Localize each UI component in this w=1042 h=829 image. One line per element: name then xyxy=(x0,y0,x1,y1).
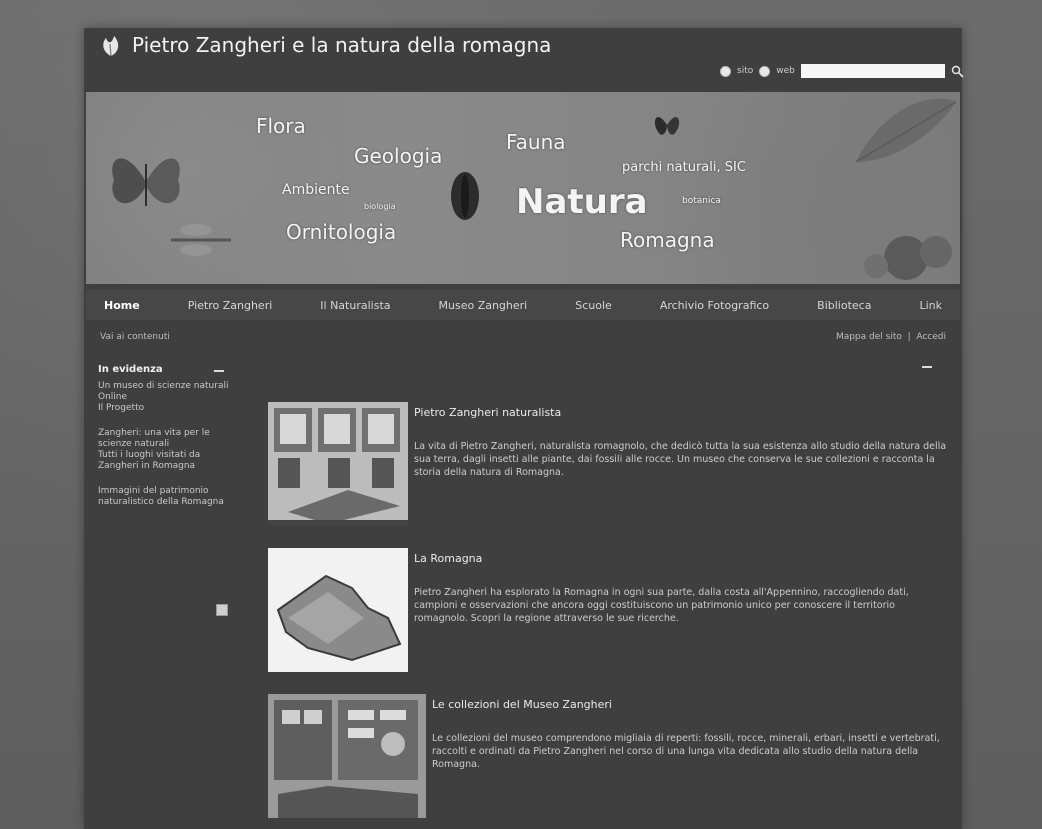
sidebar-group-2: Zangheri: una vita per le scienze natura… xyxy=(98,428,238,472)
museum-display-image xyxy=(268,402,408,526)
subbar-right: Mappa del sito | Accedi xyxy=(835,332,946,342)
banner-word-geologia: Geologia xyxy=(354,144,443,168)
article-body: Pietro Zangheri ha esplorato la Romagna … xyxy=(414,587,909,624)
banner-word-flora: Flora xyxy=(256,114,306,138)
article-item: Le collezioni del Museo Zangheri Le coll… xyxy=(268,694,948,818)
sidebar-link[interactable]: Zangheri: una vita per le scienze natura… xyxy=(98,428,238,450)
banner-word-ornitologia: Ornitologia xyxy=(286,220,397,244)
nav-biblioteca[interactable]: Biblioteca xyxy=(817,299,871,312)
nav-pietro-zangheri[interactable]: Pietro Zangheri xyxy=(188,299,273,312)
article-title[interactable]: La Romagna xyxy=(414,552,482,565)
search-icon[interactable] xyxy=(951,65,964,78)
main-collapse-icon[interactable] xyxy=(922,366,932,368)
romagna-map-image xyxy=(268,548,408,672)
nav-archivio-fotografico[interactable]: Archivio Fotografico xyxy=(660,299,769,312)
site-header[interactable]: Pietro Zangheri e la natura della romagn… xyxy=(98,32,551,58)
login-link[interactable]: Accedi xyxy=(916,332,946,342)
sidebar-link[interactable]: Il Progetto xyxy=(98,403,238,414)
search-option-1-label: sito xyxy=(737,66,754,76)
nav-museo-zangheri[interactable]: Museo Zangheri xyxy=(439,299,528,312)
search-input[interactable] xyxy=(800,64,945,78)
main-nav: Home Pietro Zangheri Il Naturalista Muse… xyxy=(86,290,960,320)
site-title: Pietro Zangheri e la natura della romagn… xyxy=(132,33,552,57)
article-item: Pietro Zangheri naturalista La vita di P… xyxy=(268,402,948,526)
sidebar-link[interactable]: Immagini del patrimonio naturalistico de… xyxy=(98,486,238,508)
article-thumbnail[interactable] xyxy=(268,548,408,672)
collections-display-image xyxy=(268,694,426,818)
article-title[interactable]: Le collezioni del Museo Zangheri xyxy=(432,698,612,711)
banner-word-botanica: botanica xyxy=(682,196,721,206)
sidebar: In evidenza Un museo di scienze naturali… xyxy=(98,364,238,616)
header-banner: Flora Geologia Fauna parchi naturali, SI… xyxy=(86,92,960,284)
sub-bar: Vai ai contenuti Mappa del sito | Accedi xyxy=(86,328,960,346)
article-body: La vita di Pietro Zangheri, naturalista … xyxy=(414,441,947,478)
flower-icon xyxy=(864,236,952,280)
banner-word-natura: Natura xyxy=(516,182,648,222)
article-title[interactable]: Pietro Zangheri naturalista xyxy=(414,406,561,419)
sidebar-collapse-icon[interactable] xyxy=(214,370,224,372)
sidebar-link[interactable]: Online xyxy=(98,392,238,403)
dragonfly-icon xyxy=(171,224,231,256)
search-radio-web[interactable] xyxy=(759,65,771,77)
banner-word-biologia: biologia xyxy=(364,202,396,211)
banner-word-fauna: Fauna xyxy=(506,130,566,154)
sidebar-link[interactable]: Un museo di scienze naturali xyxy=(98,381,238,392)
butterfly-icon xyxy=(112,158,180,206)
banner-word-romagna: Romagna xyxy=(620,228,715,252)
sidebar-group-3: Immagini del patrimonio naturalistico de… xyxy=(98,486,238,508)
moth-icon xyxy=(451,172,479,220)
search-area: sito web xyxy=(720,64,964,78)
search-radio-sito[interactable] xyxy=(720,65,731,77)
sitemap-link[interactable]: Mappa del sito xyxy=(836,332,902,342)
search-option-2-label: web xyxy=(776,66,795,76)
article-body: Le collezioni del museo comprendono migl… xyxy=(432,733,940,770)
sidebar-title-text: In evidenza xyxy=(98,364,163,375)
nav-il-naturalista[interactable]: Il Naturalista xyxy=(320,299,390,312)
nav-home[interactable]: Home xyxy=(104,299,140,312)
nav-scuole[interactable]: Scuole xyxy=(575,299,612,312)
leaf-logo-icon xyxy=(103,36,119,57)
banner-word-parchi: parchi naturali, SIC xyxy=(622,160,746,175)
leaf-icon xyxy=(855,98,957,163)
sidebar-link[interactable]: Tutti i luoghi visitati da Zangheri in R… xyxy=(98,450,238,472)
sidebar-group-1: Un museo di scienze naturali Online Il P… xyxy=(98,381,238,414)
skip-to-content-link[interactable]: Vai ai contenuti xyxy=(100,332,170,342)
nav-link[interactable]: Link xyxy=(919,299,942,312)
expand-icon[interactable] xyxy=(216,604,228,616)
small-butterfly-icon xyxy=(654,116,680,135)
banner-word-ambiente: Ambiente xyxy=(282,182,350,198)
article-thumbnail[interactable] xyxy=(268,402,408,526)
article-item: La Romagna Pietro Zangheri ha esplorato … xyxy=(268,548,948,672)
article-thumbnail[interactable] xyxy=(268,694,426,818)
